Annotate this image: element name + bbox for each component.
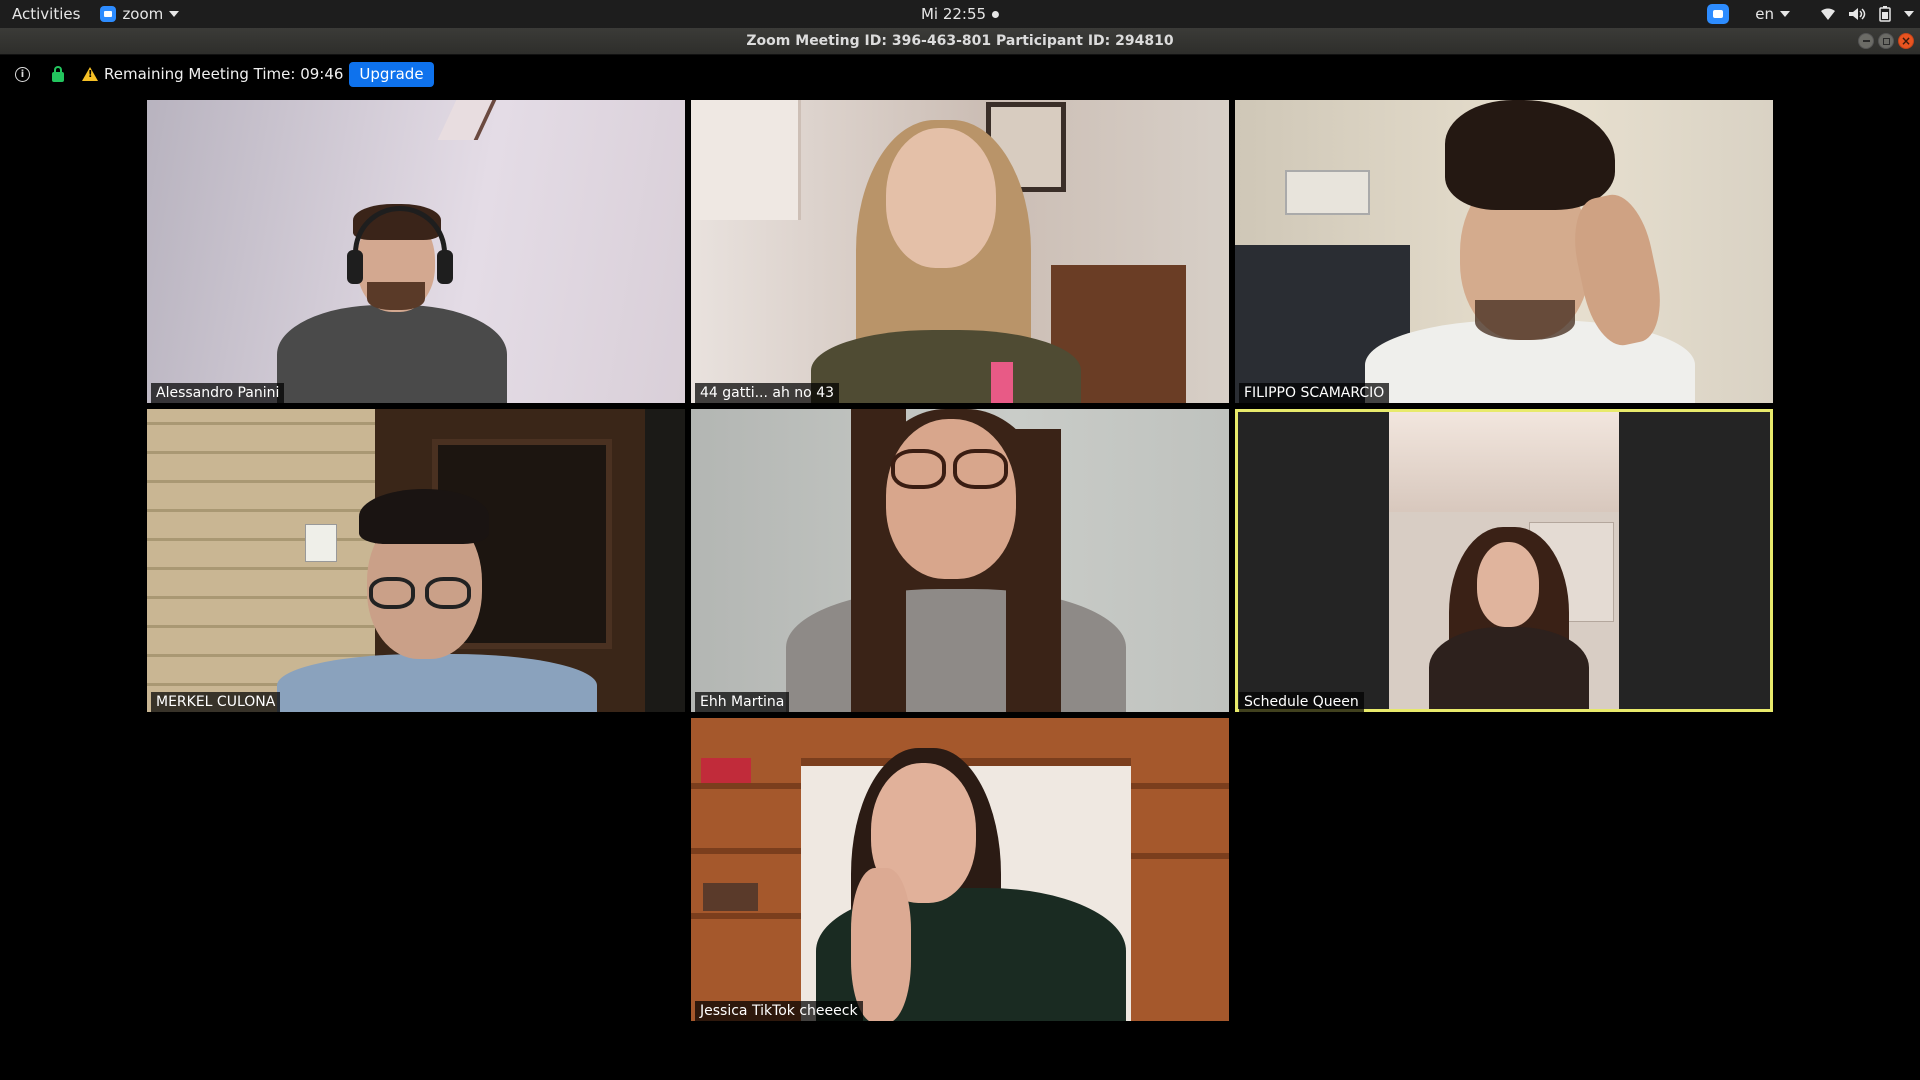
participant-name: 44 gatti... ah no 43	[695, 383, 840, 403]
window-controls: ×	[1858, 33, 1914, 49]
clock[interactable]: Mi 22:55	[920, 0, 1000, 28]
wall-frame	[437, 100, 497, 140]
battery-icon[interactable]	[1878, 6, 1892, 22]
system-tray: en	[1707, 0, 1914, 28]
app-menu-label: zoom	[122, 5, 164, 23]
meeting-info-bar: i Remaining Meeting Time: 09:46 Upgrade	[0, 56, 1920, 92]
participant-video	[277, 305, 507, 403]
video-tile[interactable]: FILIPPO SCAMARCIO	[1235, 100, 1773, 403]
video-tile[interactable]: MERKEL CULONA	[147, 409, 685, 712]
video-tile[interactable]: Jessica TikTok cheeeck	[691, 718, 1229, 1021]
app-menu[interactable]: zoom	[92, 0, 187, 28]
language-selector[interactable]: en	[1755, 5, 1790, 23]
maximize-button[interactable]	[1878, 33, 1894, 49]
participant-name: Alessandro Panini	[151, 383, 285, 403]
close-button[interactable]: ×	[1898, 33, 1914, 49]
participant-name: Jessica TikTok cheeeck	[695, 1001, 863, 1021]
minimize-button[interactable]	[1858, 33, 1874, 49]
meeting-info-icon[interactable]: i	[15, 66, 30, 82]
wall-cabinet	[691, 100, 801, 220]
participant-video	[1389, 412, 1619, 709]
lock-icon[interactable]	[52, 66, 64, 82]
system-menu-chevron-icon[interactable]	[1904, 11, 1914, 17]
hand-on-chin	[851, 868, 911, 1021]
wall-ac-unit	[1285, 170, 1370, 215]
video-tile[interactable]: Ehh Martina	[691, 409, 1229, 712]
notification-dot-icon	[992, 10, 1000, 18]
chevron-down-icon	[1780, 11, 1790, 17]
video-tile[interactable]: Alessandro Panini	[147, 100, 685, 403]
participant-name: FILIPPO SCAMARCIO	[1239, 383, 1390, 403]
minimize-icon	[1862, 40, 1870, 42]
maximize-icon	[1882, 37, 1890, 45]
volume-icon[interactable]	[1848, 7, 1866, 21]
gnome-top-bar: Activities zoom Mi 22:55 en	[0, 0, 1920, 28]
language-label: en	[1755, 5, 1774, 23]
participant-name: Schedule Queen	[1239, 692, 1364, 712]
wifi-icon[interactable]	[1820, 7, 1836, 21]
video-tile-active-speaker[interactable]: Schedule Queen	[1235, 409, 1773, 712]
warning-icon	[82, 67, 98, 81]
clock-label: Mi 22:55	[920, 5, 987, 23]
close-icon: ×	[1900, 34, 1912, 48]
zoom-tray-icon[interactable]	[1707, 4, 1730, 24]
window-title: Zoom Meeting ID: 396-463-801 Participant…	[746, 33, 1174, 49]
participant-name: Ehh Martina	[695, 692, 790, 712]
window-title-bar[interactable]: Zoom Meeting ID: 396-463-801 Participant…	[0, 28, 1920, 55]
chevron-down-icon	[169, 11, 180, 17]
remaining-time-text: Remaining Meeting Time: 09:46	[104, 65, 344, 83]
participant-name: MERKEL CULONA	[151, 692, 281, 712]
zoom-app-icon	[100, 6, 117, 22]
activities-button[interactable]: Activities	[0, 0, 92, 28]
upgrade-button[interactable]: Upgrade	[349, 61, 434, 87]
video-tile[interactable]: 44 gatti... ah no 43	[691, 100, 1229, 403]
wall-thermostat	[305, 524, 337, 562]
